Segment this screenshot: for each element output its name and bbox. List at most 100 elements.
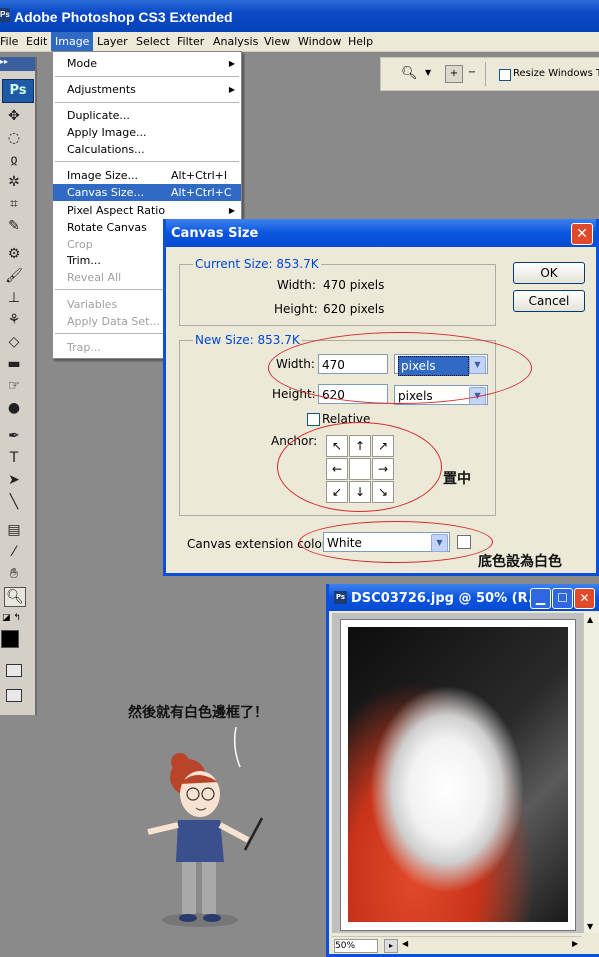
scroll-up-icon[interactable]: ▲	[587, 615, 593, 624]
current-size-group	[179, 264, 496, 326]
notes-tool-icon[interactable]: ▤	[4, 521, 24, 539]
ps-logo[interactable]: Ps	[2, 79, 34, 103]
zoom-tool-icon[interactable]: 🔍︎	[4, 587, 26, 607]
menu-item-canvas-size[interactable]: Canvas Size... Alt+Ctrl+C	[53, 184, 241, 201]
maximize-icon[interactable]: ☐	[552, 588, 573, 609]
menu-item-calculations[interactable]: Calculations...	[53, 141, 241, 158]
current-width-value: 470 pixels	[323, 278, 385, 292]
scroll-right-icon[interactable]: ▶	[572, 939, 578, 948]
pen-tool-icon[interactable]: ✒	[4, 427, 24, 445]
document-title-bar[interactable]: Ps DSC03726.jpg @ 50% (R... ▁ ☐ ✕	[329, 584, 599, 611]
menu-bar: File Edit Image Layer Select Filter Anal…	[0, 32, 599, 52]
current-height-value: 620 pixels	[323, 302, 385, 316]
cartoon-character	[147, 726, 264, 927]
cancel-button[interactable]: Cancel	[513, 290, 585, 312]
zoom-out-icon[interactable]: −	[464, 65, 480, 81]
submenu-arrow-icon: ▶	[228, 85, 235, 94]
options-divider	[485, 62, 486, 86]
dialog-title-bar[interactable]: Canvas Size ✕	[166, 219, 596, 247]
dialog-title: Canvas Size	[171, 226, 259, 241]
status-menu-icon[interactable]: ▸	[384, 939, 398, 953]
menu-select[interactable]: Select	[136, 35, 170, 48]
current-size-label: Current Size: 853.7K	[193, 257, 321, 271]
document-title: DSC03726.jpg @ 50% (R...	[351, 591, 543, 606]
history-brush-icon[interactable]: ⚘	[4, 311, 24, 329]
menu-item-adjustments[interactable]: Adjustments ▶	[53, 81, 241, 98]
menu-layer[interactable]: Layer	[97, 35, 128, 48]
new-size-label: New Size: 853.7K	[193, 333, 302, 347]
screen-mode-icon[interactable]	[6, 689, 22, 702]
slice-tool-icon[interactable]: ✎	[4, 217, 24, 235]
stamp-tool-icon[interactable]: ⊥	[4, 289, 24, 307]
menu-item-duplicate[interactable]: Duplicate...	[53, 107, 241, 124]
crop-tool-icon[interactable]: ⌗	[4, 195, 24, 213]
menu-filter[interactable]: Filter	[177, 35, 204, 48]
vertical-scrollbar[interactable]: ▲ ▼	[583, 613, 599, 933]
options-bar: 🔍︎ ▼ + − Resize Windows To	[380, 57, 599, 91]
close-icon[interactable]: ✕	[574, 588, 595, 609]
gradient-tool-icon[interactable]: ▬	[4, 355, 24, 373]
lasso-tool-icon[interactable]: ჲ	[4, 151, 24, 169]
ok-button[interactable]: OK	[513, 262, 585, 284]
eraser-tool-icon[interactable]: ◇	[4, 333, 24, 351]
submenu-arrow-icon: ▶	[228, 206, 235, 215]
ps-doc-icon: Ps	[334, 591, 347, 604]
default-colors-icon[interactable]: ◪ ↰	[2, 613, 21, 623]
close-icon[interactable]: ✕	[571, 223, 593, 245]
current-height-label: Height:	[274, 302, 318, 316]
menu-item-mode[interactable]: Mode ▶	[53, 55, 241, 72]
annotation-center-note: 置中	[443, 471, 471, 487]
eyedropper-icon[interactable]: ⁄	[4, 543, 24, 561]
relative-checkbox[interactable]	[307, 413, 320, 426]
menu-separator	[55, 102, 239, 103]
menu-edit[interactable]: Edit	[26, 35, 47, 48]
annotation-ellipse-anchor	[277, 422, 442, 512]
quick-mask-icon[interactable]	[6, 664, 22, 677]
menu-analysis[interactable]: Analysis	[213, 35, 258, 48]
menu-item-pixel-aspect-ratio[interactable]: Pixel Aspect Ratio ▶	[53, 202, 241, 219]
resize-windows-checkbox[interactable]	[499, 69, 511, 81]
menu-window[interactable]: Window	[298, 35, 341, 48]
minimize-icon[interactable]: ▁	[530, 588, 551, 609]
current-width-label: Width:	[277, 278, 316, 292]
resize-windows-label: Resize Windows To	[513, 68, 599, 79]
menu-item-image-size[interactable]: Image Size... Alt+Ctrl+I	[53, 167, 241, 184]
toolbox-header[interactable]: ▸▸	[0, 57, 35, 71]
zoom-icon[interactable]: 🔍︎	[401, 66, 418, 81]
hand-tool-icon[interactable]: ✋︎	[4, 565, 24, 583]
brush-tool-icon[interactable]: 🖌︎	[4, 267, 24, 285]
menu-help[interactable]: Help	[348, 35, 373, 48]
zoom-dropdown-icon[interactable]: ▼	[425, 68, 431, 77]
type-tool-icon[interactable]: T	[4, 449, 24, 467]
annotation-speech: 然後就有白色邊框了！	[128, 705, 268, 721]
menu-item-apply-image[interactable]: Apply Image...	[53, 124, 241, 141]
scroll-left-icon[interactable]: ◀	[402, 939, 408, 948]
foreground-color-swatch[interactable]	[1, 630, 19, 648]
healing-brush-icon[interactable]: ⚙	[4, 245, 24, 263]
canvas-white-border	[340, 619, 576, 931]
dodge-tool-icon[interactable]: ●	[4, 399, 24, 417]
marquee-tool-icon[interactable]: ◌	[4, 129, 24, 147]
annotation-ellipse-size	[268, 332, 532, 404]
scroll-down-icon[interactable]: ▼	[587, 922, 593, 931]
menu-separator	[55, 76, 239, 77]
path-select-icon[interactable]: ➤	[4, 471, 24, 489]
annotation-ellipse-color	[299, 521, 493, 563]
menu-image[interactable]: Image	[51, 32, 94, 51]
menu-file[interactable]: File	[0, 35, 18, 48]
app-title: Adobe Photoshop CS3 Extended	[14, 9, 233, 25]
cat-photo	[348, 627, 568, 922]
menu-view[interactable]: View	[264, 35, 290, 48]
document-canvas-area[interactable]	[332, 613, 584, 933]
submenu-arrow-icon: ▶	[228, 59, 235, 68]
toolbox: ▸▸ Ps ✥ ◌ ჲ ✲ ⌗ ✎ ⚙ 🖌︎ ⊥ ⚘ ◇ ▬ ☞ ● ✒ T ➤…	[0, 57, 37, 715]
move-tool-icon[interactable]: ✥	[4, 107, 24, 125]
magic-wand-icon[interactable]: ✲	[4, 173, 24, 191]
zoom-in-icon[interactable]: +	[445, 65, 463, 83]
smudge-tool-icon[interactable]: ☞	[4, 377, 24, 395]
photoshop-icon: Ps	[0, 8, 10, 22]
line-tool-icon[interactable]: ╲	[4, 493, 24, 511]
zoom-level[interactable]: 50%	[334, 939, 378, 953]
document-window: Ps DSC03726.jpg @ 50% (R... ▁ ☐ ✕ ▲ ▼ 50…	[326, 584, 599, 957]
document-status-bar: 50% ▸ ◀ ▶	[332, 936, 582, 954]
